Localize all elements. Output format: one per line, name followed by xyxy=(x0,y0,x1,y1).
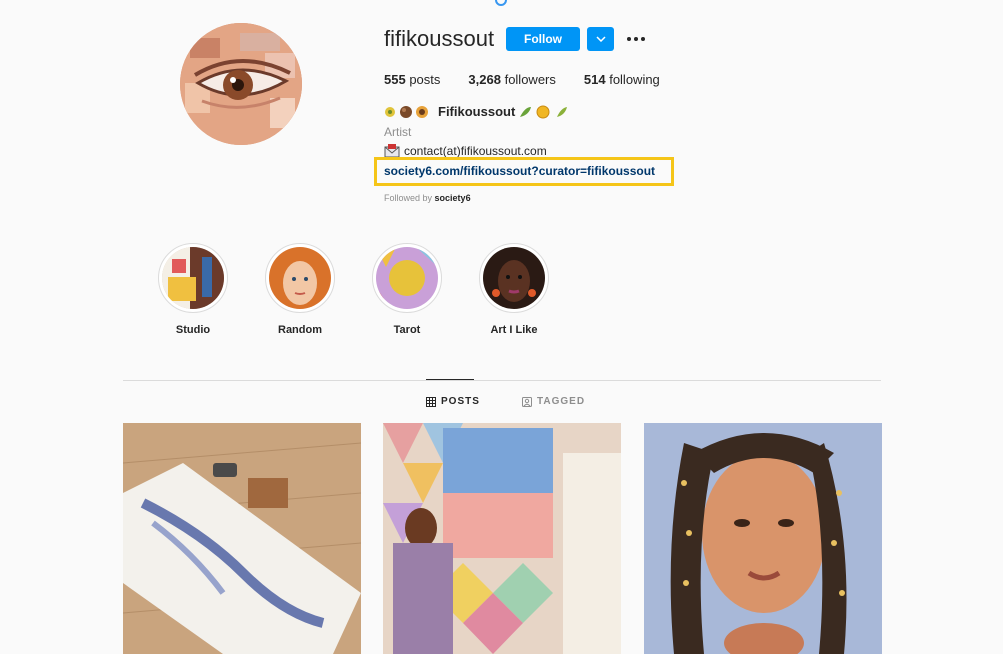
tabs-divider xyxy=(123,380,881,381)
followed-by: Followed by society6 xyxy=(384,193,471,203)
followed-by-user[interactable]: society6 xyxy=(435,193,471,203)
tab-tagged-label: TAGGED xyxy=(537,396,586,407)
bio-category: Artist xyxy=(384,125,412,139)
posts-stat: 555 posts xyxy=(384,72,441,87)
grid-icon xyxy=(426,396,436,407)
highlight-label: Art I Like xyxy=(490,324,538,336)
highlight-tarot[interactable]: Tarot xyxy=(367,243,447,336)
highlight-random[interactable]: Random xyxy=(260,243,340,336)
tab-posts-label: POSTS xyxy=(441,396,480,407)
highlight-ring xyxy=(158,243,228,313)
bio-display-name: Fifikoussout xyxy=(438,104,516,119)
bio-link[interactable]: society6.com/fifikoussout?curator=fifiko… xyxy=(384,164,655,178)
post-thumbnail[interactable] xyxy=(383,423,621,654)
emoji-icons-right xyxy=(520,105,568,118)
loading-indicator xyxy=(495,0,507,6)
follow-button[interactable]: Follow xyxy=(506,27,580,51)
followers-stat[interactable]: 3,268 followers xyxy=(468,72,555,87)
tagged-icon xyxy=(522,396,532,407)
contact-text: contact(at)fifikoussout.com xyxy=(404,144,547,158)
bio-name: Fifikoussout xyxy=(384,104,569,119)
profile-avatar[interactable] xyxy=(180,23,302,145)
highlight-ring xyxy=(265,243,335,313)
more-options-button[interactable] xyxy=(625,30,647,48)
following-stat[interactable]: 514 following xyxy=(584,72,660,87)
highlight-cover xyxy=(483,247,545,309)
emoji-icons-left xyxy=(385,105,428,118)
tab-posts[interactable]: POSTS xyxy=(426,396,480,407)
chevron-down-icon xyxy=(595,36,606,42)
highlight-ring xyxy=(372,243,442,313)
highlight-cover xyxy=(162,247,224,309)
post-thumbnail[interactable] xyxy=(123,423,361,654)
profile-stats: 555 posts 3,268 followers 514 following xyxy=(384,72,688,87)
bio-contact: contact(at)fifikoussout.com xyxy=(384,144,547,158)
envelope-icon xyxy=(384,144,400,158)
post-thumbnail[interactable] xyxy=(644,423,882,654)
profile-username: fifikoussout xyxy=(384,26,495,51)
suggested-accounts-button[interactable] xyxy=(587,27,614,51)
highlight-studio[interactable]: Studio xyxy=(153,243,233,336)
highlight-label: Tarot xyxy=(393,324,421,336)
active-tab-indicator xyxy=(426,379,474,380)
highlight-label: Random xyxy=(278,324,322,336)
highlight-art-i-like[interactable]: Art I Like xyxy=(474,243,554,336)
tab-tagged[interactable]: TAGGED xyxy=(522,396,585,407)
more-horizontal-icon xyxy=(627,37,645,41)
highlight-cover xyxy=(269,247,331,309)
highlight-ring xyxy=(479,243,549,313)
highlight-cover xyxy=(376,247,438,309)
highlight-label: Studio xyxy=(175,324,211,336)
